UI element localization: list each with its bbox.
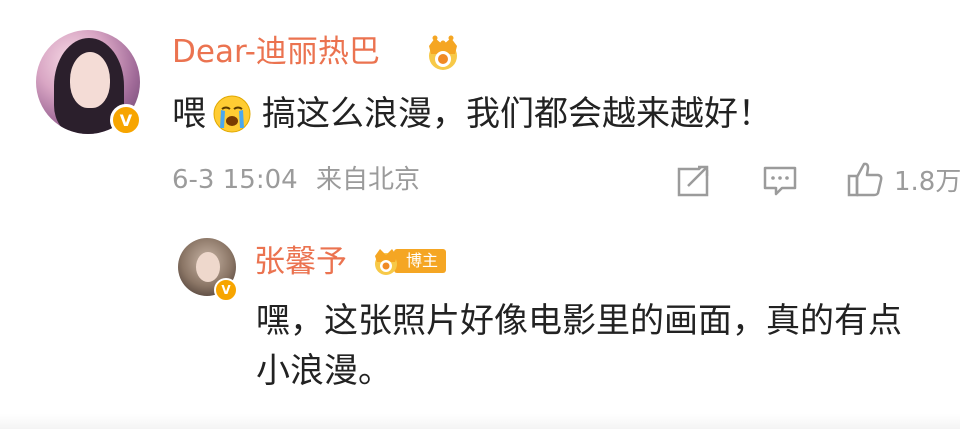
next-row-divider — [0, 414, 960, 429]
verified-icon: V — [214, 278, 238, 302]
comment-meta: 6-3 15:04 来自北京 — [172, 162, 430, 198]
crying-face-icon — [213, 95, 251, 132]
comment-text-start: 喂 — [172, 93, 206, 134]
share-icon[interactable] — [676, 164, 712, 198]
crown-icon — [375, 249, 397, 275]
reply-text-line: 小浪漫。 — [256, 351, 392, 391]
comment-location: 来自北京 — [315, 165, 420, 195]
like-count: 1.8万 — [894, 167, 960, 197]
comment-timestamp: 6-3 15:04 — [172, 165, 298, 195]
verified-icon: V — [110, 104, 142, 136]
reply-username[interactable]: 张馨予 — [254, 242, 347, 282]
blogger-badge: 博主 — [370, 246, 447, 276]
comment-text-end: 搞这么浪漫，我们都会越来越好！ — [262, 93, 772, 134]
comment-text: 喂 搞这么浪漫，我们都会越来越好！ — [172, 90, 772, 136]
comment-icon[interactable] — [762, 164, 798, 198]
reply-text-line: 嘿，这张照片好像电影里的画面，真的有点 — [256, 301, 902, 341]
crown-icon — [429, 35, 457, 70]
like-icon[interactable] — [846, 160, 884, 198]
comment-username[interactable]: Dear-迪丽热巴 — [172, 32, 380, 72]
comment-thread: V Dear-迪丽热巴 喂 搞这么浪漫，我们都会越来越好！ 6-3 15:04 … — [0, 0, 960, 429]
reply-text: 嘿，这张照片好像电影里的画面，真的有点 小浪漫。 — [256, 296, 960, 396]
